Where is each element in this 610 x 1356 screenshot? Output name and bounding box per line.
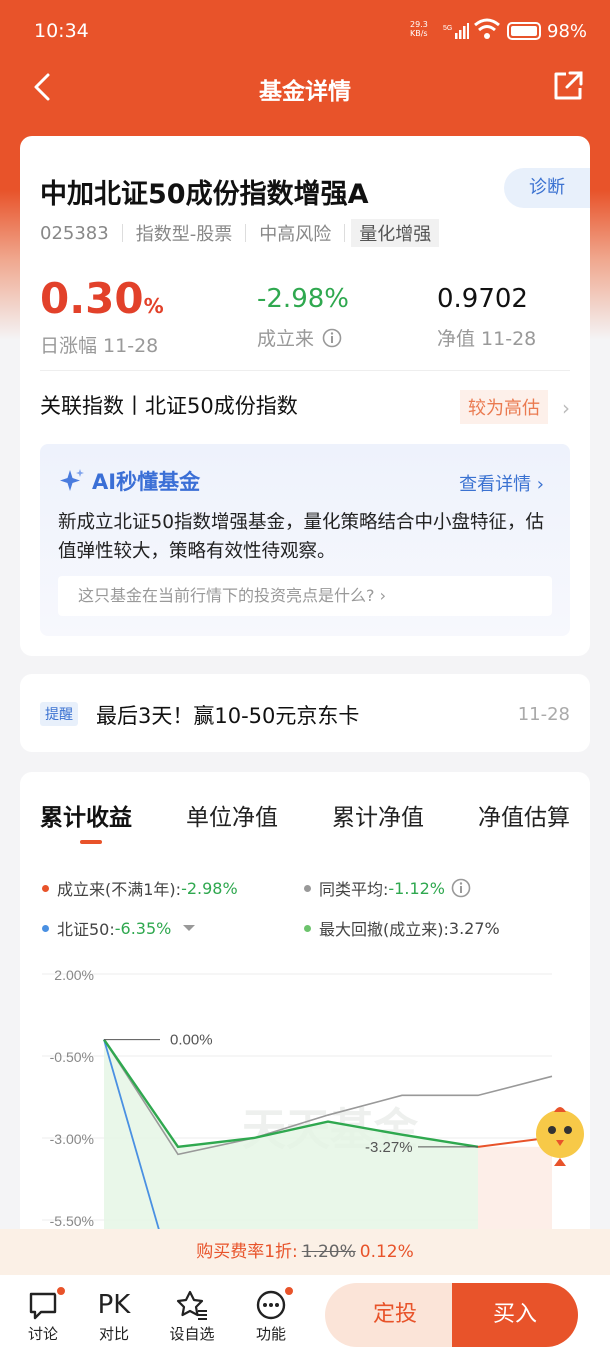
diagnose-button[interactable]: 诊断 — [504, 168, 590, 208]
buy-button[interactable]: 买入 — [452, 1283, 578, 1347]
caret-down-icon — [183, 925, 196, 931]
net-speed: 29.3 KB/s — [410, 20, 428, 38]
fund-code: 025383 — [40, 222, 109, 244]
tab-accumulated-nav[interactable]: 累计净值 — [332, 798, 424, 832]
functions-button[interactable]: 功能 — [241, 1285, 301, 1344]
daily-change-label: 日涨幅 11-28 — [40, 335, 159, 357]
y-tick-label: -0.50% — [50, 1049, 94, 1065]
sparkle-icon — [60, 469, 84, 491]
related-index-label: 关联指数丨北证50成份指数 — [40, 394, 298, 418]
discounted-fee: 0.12% — [359, 1242, 414, 1262]
page-title: 基金详情 — [259, 79, 351, 105]
chat-icon — [29, 1292, 57, 1320]
since-inception-label: 成立来 — [257, 324, 349, 351]
y-tick-label: -3.00% — [50, 1131, 94, 1147]
add-watchlist-button[interactable]: 设自选 — [162, 1287, 222, 1344]
related-index-row[interactable]: 关联指数丨北证50成份指数 较为高估 › — [40, 386, 570, 426]
battery-icon — [507, 22, 541, 40]
ai-more-link[interactable]: 查看详情 › — [459, 470, 544, 496]
notice-text: 最后3天！赢10-50元京东卡 — [96, 704, 360, 728]
y-tick-label: -5.50% — [50, 1213, 94, 1229]
ai-title: AI秒懂基金 — [58, 466, 200, 496]
annotation-drawdown: -3.27% — [365, 1139, 413, 1156]
fund-risk: 中高风险 — [259, 224, 332, 245]
auto-invest-button[interactable]: 定投 — [325, 1283, 465, 1347]
info-icon[interactable] — [451, 878, 471, 898]
chevron-right-icon: › — [562, 396, 570, 420]
share-icon[interactable] — [550, 68, 586, 104]
y-tick-label: 2.00% — [54, 967, 94, 983]
notification-dot — [283, 1285, 295, 1297]
fund-area — [104, 1039, 478, 1240]
svg-text:5G: 5G — [443, 25, 452, 32]
wifi-icon — [474, 18, 500, 45]
fund-summary-card: 中加北证50成份指数增强A 诊断 025383 指数型-股票 中高风险 量化增强… — [20, 136, 590, 656]
divider — [40, 370, 570, 371]
ai-question-prompt[interactable]: 这只基金在当前行情下的投资亮点是什么? › — [58, 576, 552, 616]
legend-index[interactable]: 北证50: -6.35% — [42, 916, 199, 940]
star-icon — [176, 1290, 207, 1320]
ai-summary-box: AI秒懂基金 查看详情 › 新成立北证50指数增强基金，量化策略结合中小盘特征，… — [40, 444, 570, 636]
tab-nav-estimate[interactable]: 净值估算 — [478, 798, 570, 832]
since-inception-stat: -2.98% 成立来 — [257, 276, 349, 351]
legend-drawdown: 最大回撤(成立来): 3.27% — [304, 916, 500, 940]
fund-tags: 025383 指数型-股票 中高风险 量化增强 — [40, 219, 440, 247]
valuation-badge: 较为高估 — [460, 390, 548, 424]
original-fee: 1.20% — [301, 1242, 356, 1262]
estimate-area — [478, 1146, 552, 1240]
notification-dot — [55, 1285, 67, 1297]
nav-label: 净值 11-28 — [437, 328, 537, 350]
active-tab-indicator — [80, 840, 102, 844]
daily-change-value: 0.30% — [40, 274, 164, 323]
compare-button[interactable]: PK 对比 — [84, 1287, 144, 1344]
legend-peer: 同类平均: -1.12% — [304, 876, 471, 900]
fee-bar: 购买费率1折: 1.20% 0.12% — [0, 1229, 610, 1275]
fund-name: 中加北证50成份指数增强A — [40, 179, 369, 210]
more-icon — [256, 1290, 286, 1320]
notice-badge: 提醒 — [40, 702, 78, 726]
fund-strategy-tag: 量化增强 — [351, 219, 440, 247]
bottom-action-bar: 讨论 PK 对比 设自选 功能 定投 买入 — [0, 1275, 610, 1356]
info-icon[interactable] — [322, 328, 342, 348]
legend-fund: 成立来(不满1年): -2.98% — [42, 876, 238, 900]
nav-stat: 0.9702 净值 11-28 — [437, 276, 536, 351]
notice-date: 11-28 — [517, 704, 570, 725]
discuss-button[interactable]: 讨论 — [13, 1285, 73, 1344]
chart-tabs: 累计收益 单位净值 累计净值 净值估算 — [40, 798, 570, 832]
nav-value: 0.9702 — [437, 284, 528, 314]
status-time: 10:34 — [34, 20, 89, 42]
daily-change-stat: 0.30% 日涨幅 11-28 — [40, 276, 164, 358]
ai-summary-text: 新成立北证50指数增强基金，量化策略结合中小盘特征，估值弹性较大，策略有效性待观… — [58, 512, 545, 562]
tab-cumulative-return[interactable]: 累计收益 — [40, 798, 132, 832]
signal-icon: 5G — [443, 22, 469, 44]
annotation-zero: 0.00% — [170, 1032, 213, 1049]
fund-type: 指数型-股票 — [135, 224, 233, 245]
battery-percent: 98% — [547, 21, 588, 42]
notice-card[interactable]: 提醒 最后3天！赢10-50元京东卡 11-28 — [20, 674, 590, 752]
pk-icon: PK — [97, 1290, 131, 1320]
nav-bar: 基金详情 — [0, 62, 610, 112]
tab-unit-nav[interactable]: 单位净值 — [186, 798, 278, 832]
status-bar: 10:34 29.3 KB/s 5G 98% — [0, 0, 610, 62]
since-inception-value: -2.98% — [257, 284, 349, 314]
